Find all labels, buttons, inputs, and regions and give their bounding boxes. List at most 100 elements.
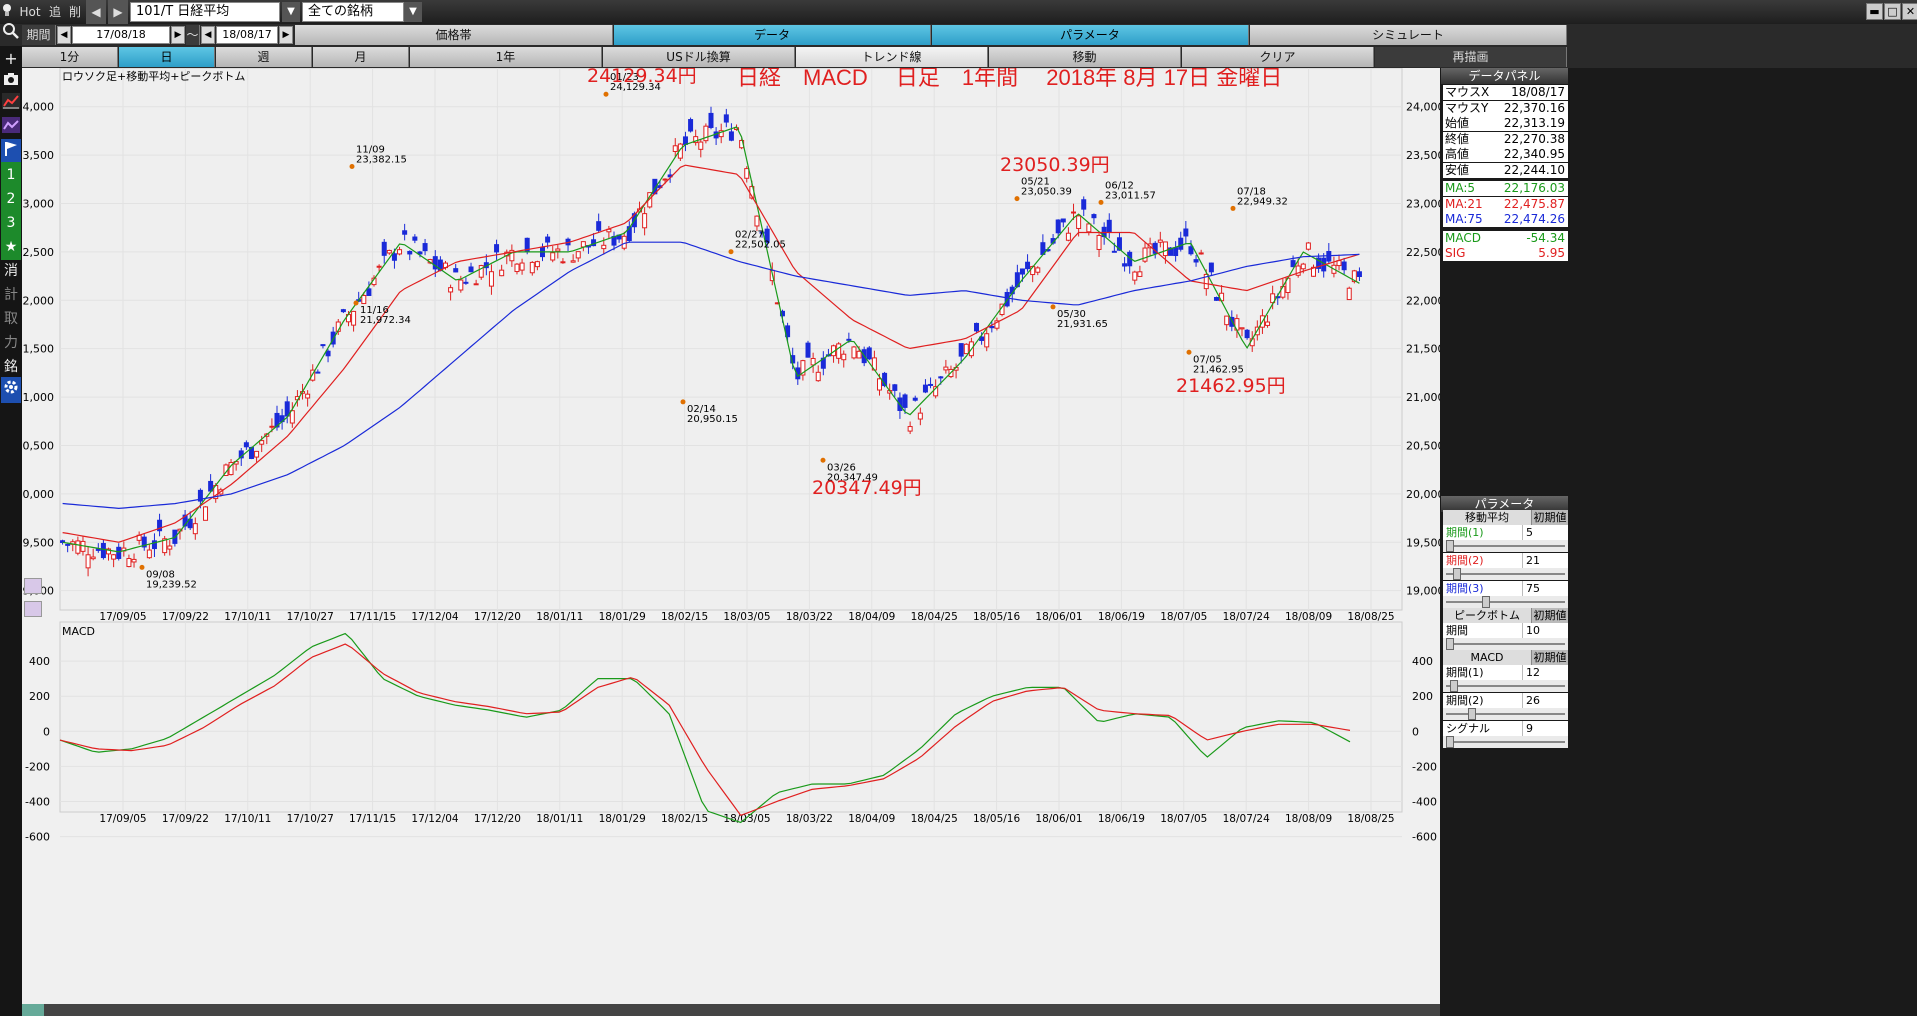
param-value-input[interactable]: 5: [1522, 525, 1568, 540]
x-tick-label: 17/09/22: [162, 611, 209, 623]
param-value-input[interactable]: 75: [1522, 581, 1568, 596]
candle-body: [402, 230, 408, 235]
add-button[interactable]: 追: [46, 0, 64, 24]
preset-1-button[interactable]: 1: [1, 162, 21, 188]
candle-body: [555, 248, 561, 252]
candle-body: [1244, 329, 1250, 339]
candle-body: [1183, 228, 1189, 237]
macd-section-header: MACD 初期値: [1443, 650, 1568, 665]
period-to-input[interactable]: 18/08/17: [216, 26, 278, 44]
param-slider[interactable]: [1443, 568, 1568, 580]
tab-daily[interactable]: 日: [119, 47, 215, 67]
param-value-input[interactable]: 12: [1522, 665, 1568, 680]
slider-knob[interactable]: [1482, 596, 1491, 608]
tab-monthly[interactable]: 月: [313, 47, 409, 67]
y-tick-label: 20,500: [22, 439, 54, 452]
param-slider[interactable]: [1443, 540, 1568, 552]
macd-reset-button[interactable]: 初期値: [1531, 650, 1568, 665]
preset-3-button[interactable]: 3: [1, 210, 21, 236]
param-row: 期間(1) 5: [1443, 525, 1568, 540]
candle-body: [126, 558, 132, 568]
tab-price-band[interactable]: 価格帯: [295, 25, 613, 45]
param-value-input[interactable]: 26: [1522, 693, 1568, 708]
period-from-next-icon[interactable]: ▶: [171, 26, 185, 44]
ma-reset-button[interactable]: 初期値: [1531, 510, 1568, 525]
minimize-button[interactable]: ▬: [1866, 3, 1883, 20]
period-to-next-icon[interactable]: ▶: [279, 26, 293, 44]
redraw-button[interactable]: 再描画: [1375, 47, 1567, 67]
macd-x-tick-label: 18/06/01: [1035, 813, 1082, 825]
param-value-input[interactable]: 9: [1522, 721, 1568, 736]
tool-icon-2[interactable]: [24, 601, 42, 617]
usd-convert-button[interactable]: USドル換算: [603, 47, 795, 67]
slider-knob[interactable]: [1450, 680, 1459, 692]
bulb-icon[interactable]: [0, 0, 14, 24]
tab-simulate[interactable]: シミュレート: [1250, 25, 1567, 45]
period-from-input[interactable]: 17/08/18: [72, 26, 170, 44]
bottom-scroll-strip[interactable]: [22, 1004, 1440, 1016]
tab-1min[interactable]: 1分: [22, 47, 118, 67]
period-from-prev-icon[interactable]: ◀: [57, 26, 71, 44]
candle-body: [534, 261, 540, 268]
candle-body: [1300, 263, 1306, 270]
pb-reset-button[interactable]: 初期値: [1531, 608, 1568, 623]
preset-2-button[interactable]: 2: [1, 186, 21, 212]
macd-x-tick-label: 18/02/15: [661, 813, 708, 825]
candle-body: [325, 350, 331, 357]
param-slider[interactable]: [1443, 708, 1568, 720]
candle-body: [810, 357, 816, 366]
close-button[interactable]: ✕: [1902, 3, 1917, 20]
data-row-安値: 安値 22,244.10: [1443, 162, 1568, 178]
param-slider[interactable]: [1443, 736, 1568, 748]
x-tick-label: 18/02/15: [661, 611, 708, 623]
tab-parameters[interactable]: パラメータ: [932, 25, 1249, 45]
erase-button[interactable]: 消: [1, 258, 21, 284]
power-button[interactable]: 力: [1, 330, 21, 356]
next-icon[interactable]: ▶: [108, 0, 128, 24]
prev-icon[interactable]: ◀: [86, 0, 106, 24]
move-button[interactable]: 移動: [989, 47, 1181, 67]
search-icon[interactable]: [1, 22, 21, 48]
calc-button[interactable]: 計: [1, 282, 21, 308]
tool-icon-1[interactable]: [24, 578, 42, 594]
take-button[interactable]: 取: [1, 306, 21, 332]
tab-1year[interactable]: 1年: [410, 47, 602, 67]
tab-data[interactable]: データ: [614, 25, 931, 45]
macd-tick-label: -400: [25, 796, 50, 809]
hot-button[interactable]: Hot: [16, 0, 44, 24]
maximize-button[interactable]: □: [1884, 3, 1901, 20]
data-row-MACD: MACD -54.34: [1443, 230, 1568, 246]
param-slider[interactable]: [1443, 680, 1568, 692]
symbol-dropdown-icon[interactable]: ▼: [282, 2, 300, 22]
list-select[interactable]: 全ての銘柄: [302, 2, 404, 22]
slider-knob[interactable]: [1452, 568, 1461, 580]
peak-marker: [139, 564, 145, 570]
slider-knob[interactable]: [1446, 736, 1454, 748]
param-value-input[interactable]: 21: [1522, 553, 1568, 568]
trendline-button[interactable]: トレンド線: [796, 47, 988, 67]
slider-knob[interactable]: [1468, 708, 1476, 720]
candle-body: [1356, 271, 1362, 278]
param-slider[interactable]: [1443, 638, 1568, 650]
chart-purple-icon[interactable]: [1, 115, 21, 141]
clear-button[interactable]: クリア: [1182, 47, 1374, 67]
candle-body: [100, 542, 106, 559]
delete-button[interactable]: 削: [66, 0, 84, 24]
gear-icon[interactable]: [1, 377, 21, 403]
scroll-handle[interactable]: [22, 1004, 44, 1016]
slider-knob[interactable]: [1446, 540, 1454, 552]
param-slider[interactable]: [1443, 596, 1568, 608]
favorite-button[interactable]: ★: [1, 234, 21, 260]
chart-canvas[interactable]: 11/0923,382.1511/1621,972.3409/0819,239.…: [22, 68, 1440, 1004]
peak-marker: [680, 399, 686, 405]
macd-x-tick-label: 17/12/04: [411, 813, 458, 825]
tab-weekly[interactable]: 週: [216, 47, 312, 67]
list-dropdown-icon[interactable]: ▼: [404, 2, 422, 22]
x-tick-label: 18/06/01: [1035, 611, 1082, 623]
param-value-input[interactable]: 10: [1522, 623, 1568, 638]
period-to-prev-icon[interactable]: ◀: [201, 26, 215, 44]
slider-knob[interactable]: [1446, 638, 1454, 650]
line-chart-icon[interactable]: [1, 91, 21, 117]
chart-area[interactable]: 11/09 23,382.15 11/16 21,972.34 09/08 19,239.…: [22, 68, 1440, 1016]
symbol-input[interactable]: 101/T 日経平均: [130, 2, 280, 22]
